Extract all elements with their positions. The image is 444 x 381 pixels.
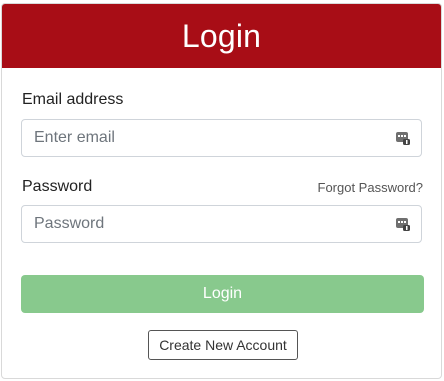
forgot-password-link[interactable]: Forgot Password? (318, 180, 424, 195)
email-field[interactable] (21, 119, 422, 157)
login-card: Login Email address Password Forgot Pass… (1, 3, 442, 379)
email-input[interactable] (22, 120, 396, 156)
password-field[interactable] (21, 205, 422, 243)
password-manager-icon[interactable] (395, 130, 411, 146)
create-account-button[interactable]: Create New Account (148, 330, 298, 360)
password-label: Password (22, 178, 93, 195)
password-manager-icon[interactable] (395, 216, 411, 232)
login-button[interactable]: Login (21, 275, 424, 313)
page-title: Login (181, 17, 262, 54)
login-header: Login (2, 4, 441, 68)
email-label: Email address (22, 91, 124, 108)
password-input[interactable] (22, 206, 396, 242)
